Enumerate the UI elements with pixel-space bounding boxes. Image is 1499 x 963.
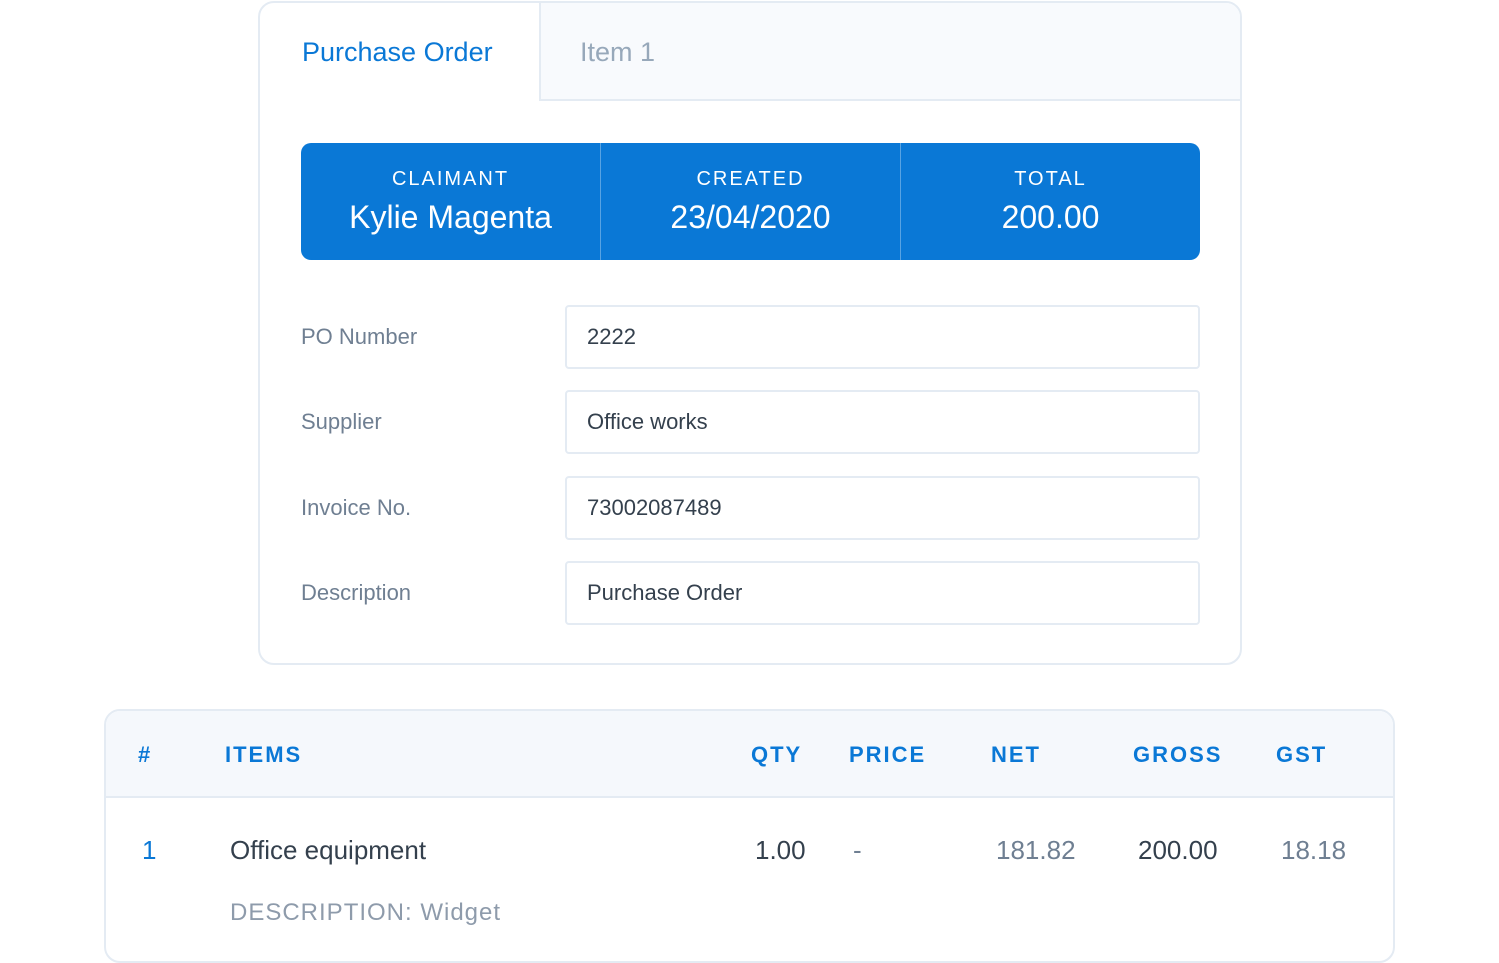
summary-claimant-label: CLAIMANT xyxy=(391,167,510,190)
supplier-label: Supplier xyxy=(301,409,382,434)
po-number-row: PO Number xyxy=(301,305,1200,369)
column-header-price: PRICE xyxy=(849,741,927,767)
items-table-header: # ITEMS QTY PRICE NET GROSS GST xyxy=(106,711,1393,798)
supplier-row: Supplier xyxy=(301,390,1200,454)
column-header-gross: GROSS xyxy=(1133,741,1223,767)
description-row: Description xyxy=(301,561,1200,625)
purchase-order-card: Purchase Order Item 1 CLAIMANT Kylie Mag… xyxy=(258,1,1242,665)
supplier-field[interactable] xyxy=(565,390,1200,454)
summary-created-label: CREATED xyxy=(696,167,805,190)
row-item-description: DESCRIPTION: Widget xyxy=(230,899,502,926)
row-gross: 200.00 xyxy=(1138,835,1218,865)
column-header-number: # xyxy=(138,741,153,767)
invoice-number-row: Invoice No. xyxy=(301,476,1200,540)
invoice-number-label: Invoice No. xyxy=(301,495,412,520)
row-price: - xyxy=(853,835,862,865)
column-header-items: ITEMS xyxy=(225,741,303,767)
summary-total-label: TOTAL xyxy=(1014,167,1087,190)
column-header-qty: QTY xyxy=(751,741,803,767)
summary-total: TOTAL 200.00 xyxy=(900,143,1200,260)
summary-created-value: 23/04/2020 xyxy=(670,198,831,235)
description-label: Description xyxy=(301,580,412,605)
po-number-field[interactable] xyxy=(565,305,1200,369)
description-field[interactable] xyxy=(565,561,1200,625)
row-item-name: Office equipment xyxy=(230,835,427,865)
row-qty: 1.00 xyxy=(755,835,806,865)
row-gst: 18.18 xyxy=(1281,835,1347,865)
column-header-net: NET xyxy=(991,741,1041,767)
summary-claimant: CLAIMANT Kylie Magenta xyxy=(301,143,600,260)
items-table: # ITEMS QTY PRICE NET GROSS GST 1 Office… xyxy=(104,709,1395,963)
column-header-gst: GST xyxy=(1276,741,1328,767)
claim-summary-banner: CLAIMANT Kylie Magenta CREATED 23/04/202… xyxy=(301,143,1200,260)
summary-claimant-value: Kylie Magenta xyxy=(349,198,552,235)
po-number-label: PO Number xyxy=(301,324,418,349)
tab-purchase-order[interactable]: Purchase Order xyxy=(302,3,493,101)
tab-strip: Purchase Order Item 1 xyxy=(260,3,1240,101)
summary-created: CREATED 23/04/2020 xyxy=(600,143,900,260)
row-net: 181.82 xyxy=(996,835,1076,865)
invoice-number-field[interactable] xyxy=(565,476,1200,540)
tab-item-1[interactable]: Item 1 xyxy=(580,3,655,101)
row-number: 1 xyxy=(142,835,157,865)
summary-total-value: 200.00 xyxy=(1001,198,1100,235)
